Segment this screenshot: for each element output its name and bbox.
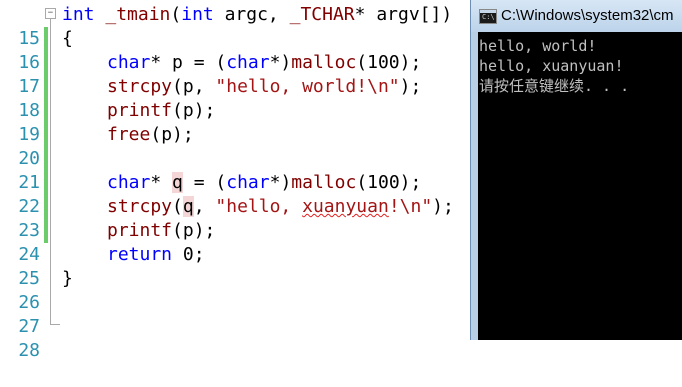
spelling-squiggle: xuanyuan [302, 196, 389, 217]
change-marker [44, 195, 48, 219]
code-line[interactable]: 27 [0, 291, 470, 337]
code-line[interactable]: 23 strcpy(q, "hello, xuanyuan!\n"); [0, 195, 470, 241]
code-text: printf(p); [107, 100, 216, 121]
code-text: } [62, 268, 73, 289]
code-text: { [62, 28, 73, 49]
code-text: strcpy(q, "hello, xuanyuan!\n"); [107, 196, 454, 217]
code-line[interactable]: 25 return 0; [0, 243, 470, 289]
code-line[interactable]: 19 printf(p); [0, 99, 470, 145]
console-titlebar[interactable]: C:\ C:\Windows\system32\cm [471, 0, 682, 32]
console-title: C:\Windows\system32\cm [501, 7, 674, 24]
code-line[interactable]: 16 { [0, 27, 470, 73]
code-text: char* q = (char*)malloc(100); [107, 172, 422, 193]
code-line[interactable]: 21 [0, 147, 470, 193]
code-editor[interactable]: − 15 int _tmain(int argc, _TCHAR* argv[]… [0, 0, 470, 361]
console-output[interactable]: hello, world! hello, xuanyuan! 请按任意键继续. … [478, 32, 682, 340]
change-marker [44, 51, 48, 75]
change-marker [44, 147, 48, 171]
code-text: strcpy(p, "hello, world!\n"); [107, 76, 422, 97]
code-text: free(p); [107, 124, 194, 145]
console-window[interactable]: C:\ C:\Windows\system32\cm hello, world!… [470, 0, 682, 340]
code-line[interactable]: 15 int _tmain(int argc, _TCHAR* argv[]) [0, 3, 470, 49]
line-number: 28 [18, 340, 40, 361]
code-line[interactable]: 24 printf(p); [0, 219, 470, 265]
code-text: return 0; [107, 244, 205, 265]
code-line[interactable]: 20 free(p); [0, 123, 470, 169]
output-line: hello, world! [479, 37, 597, 55]
change-marker [44, 123, 48, 147]
code-line[interactable]: 26 } [0, 267, 470, 313]
code-line[interactable]: 17 char* p = (char*)malloc(100); [0, 51, 470, 97]
output-line: 请按任意键继续. . . [479, 77, 630, 95]
highlighted-identifier: q [182, 196, 194, 217]
change-marker [44, 99, 48, 123]
highlighted-identifier: q [172, 172, 183, 193]
code-text: char* p = (char*)malloc(100); [107, 52, 422, 73]
output-line: hello, xuanyuan! [479, 57, 624, 75]
change-marker [44, 171, 48, 195]
change-marker [44, 75, 48, 99]
code-text: int _tmain(int argc, _TCHAR* argv[]) [62, 4, 453, 25]
change-marker [44, 219, 48, 243]
code-text: printf(p); [107, 220, 216, 241]
change-marker [44, 27, 48, 51]
code-line[interactable]: 22 char* q = (char*)malloc(100); [0, 171, 470, 217]
code-line[interactable]: 18 strcpy(p, "hello, world!\n"); [0, 75, 470, 121]
console-icon[interactable]: C:\ [479, 9, 497, 24]
code-line[interactable]: 28 [0, 315, 470, 361]
